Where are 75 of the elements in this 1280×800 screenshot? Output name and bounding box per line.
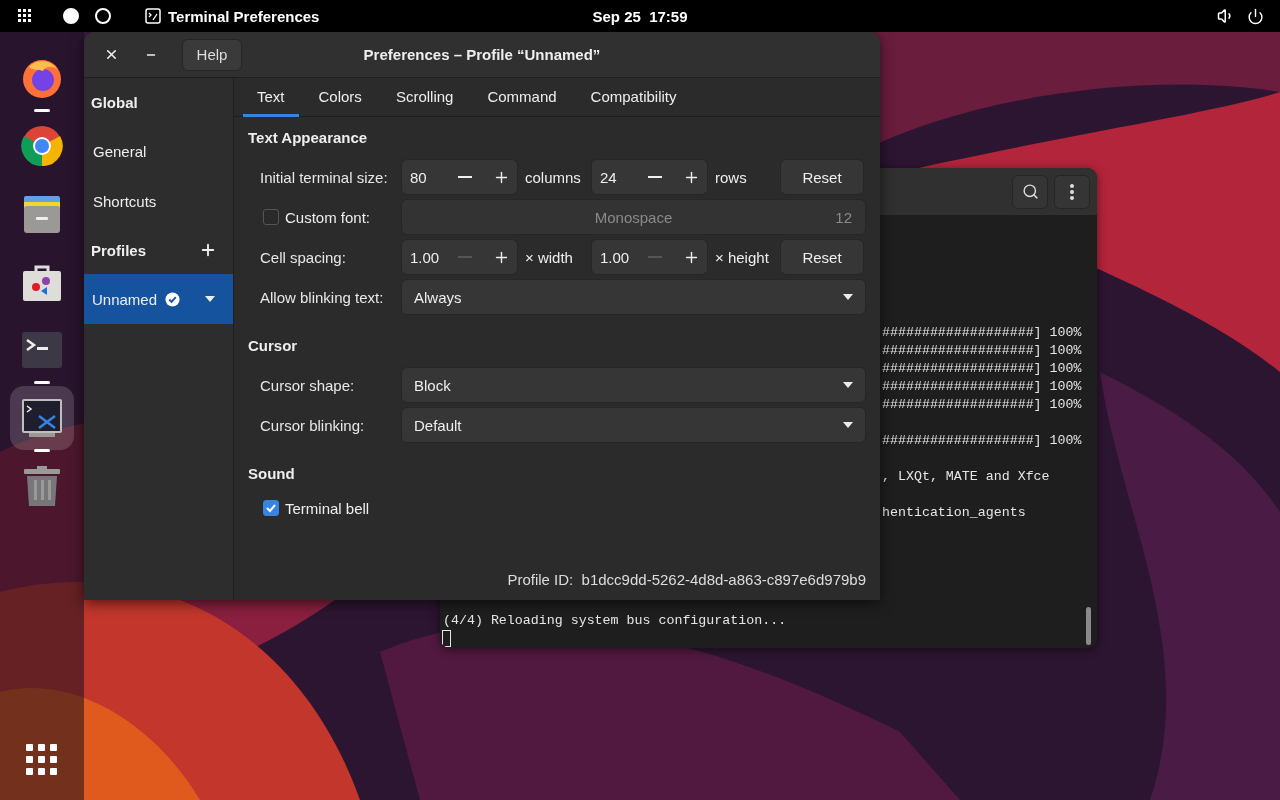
spin-field[interactable]: 80: [401, 159, 518, 195]
text-cursor: [442, 630, 451, 647]
terminal-icon[interactable]: [22, 332, 62, 368]
checkbox-label: Custom font:: [285, 208, 371, 226]
unit-label: rows: [715, 168, 748, 186]
browser-icon[interactable]: [21, 125, 63, 167]
spin-field[interactable]: 1.00: [401, 239, 518, 275]
unit-label: columns: [525, 168, 582, 186]
caret-icon: [843, 422, 853, 428]
activities-icon[interactable]: [18, 9, 32, 23]
profile-id: Profile ID: b1dcc9dd-5262-4d8d-a863-c897e6d979b9: [507, 571, 866, 588]
spin-field[interactable]: 1.00: [591, 239, 708, 275]
spin-field[interactable]: 24: [591, 159, 708, 195]
menu-icon: [1070, 183, 1074, 200]
profile-name: Unnamed: [92, 290, 158, 308]
minus-icon: [648, 176, 662, 178]
checkbox[interactable]: [263, 500, 279, 516]
browser-icon[interactable]: [21, 57, 63, 99]
dock-item[interactable]: [10, 386, 74, 450]
app-grid-icon[interactable]: [26, 744, 58, 776]
app-menu[interactable]: Terminal Preferences: [145, 7, 320, 25]
tab[interactable]: Text: [243, 78, 299, 117]
field-label: Initial terminal size:: [259, 168, 389, 186]
terminal-line: ###################] 100%: [882, 342, 1082, 360]
dropdown[interactable]: Default: [401, 407, 866, 443]
add-icon[interactable]: [199, 241, 217, 259]
terminal-line: (4/4) Reloading system bus configuration...: [443, 612, 787, 630]
workspace-dot[interactable]: [95, 8, 111, 24]
terminal-settings-icon: [145, 8, 161, 24]
field-label: Cell spacing:: [259, 248, 347, 266]
terminal-line: ###################] 100%: [882, 360, 1082, 378]
sidebar-heading: Global: [91, 93, 138, 111]
reset-button[interactable]: Reset: [780, 159, 864, 195]
window-title: Preferences – Profile “Unnamed”: [362, 46, 602, 63]
search-button[interactable]: [1012, 174, 1048, 209]
terminal-line: ###################] 100%: [882, 324, 1082, 342]
caret-icon: [205, 296, 215, 302]
tab[interactable]: Compatibility: [576, 78, 691, 117]
scrollbar[interactable]: [1086, 607, 1091, 645]
terminal-line: hentication_agents: [882, 504, 1026, 522]
sidebar-heading: Profiles: [91, 241, 147, 259]
reset-button[interactable]: Reset: [780, 239, 864, 275]
trash-icon[interactable]: [24, 465, 60, 507]
field-label: Allow blinking text:: [259, 288, 385, 306]
search-icon: [1021, 183, 1039, 200]
clock[interactable]: Sep 25 17:59: [560, 7, 720, 25]
unit-label: × width: [525, 248, 574, 266]
section-heading: Text Appearance: [248, 129, 369, 148]
sidebar-item[interactable]: General: [84, 126, 233, 176]
dropdown[interactable]: Always: [401, 279, 866, 315]
field-label: Cursor blinking:: [259, 416, 366, 434]
field-label: Cursor shape:: [259, 376, 356, 394]
sidebar-item[interactable]: Shortcuts: [84, 176, 233, 226]
minus-icon: [458, 176, 472, 178]
terminal-line: ###################] 100%: [882, 378, 1082, 396]
tab[interactable]: Colors: [304, 78, 376, 117]
tab[interactable]: Command: [473, 78, 571, 117]
section-heading: Cursor: [248, 337, 299, 356]
terminal-line: ###################] 100%: [882, 396, 1082, 414]
dropdown[interactable]: Block: [401, 367, 866, 403]
menu-button[interactable]: [1054, 174, 1090, 209]
workspace-dot[interactable]: [63, 8, 79, 24]
unit-label: × height: [715, 248, 770, 266]
terminal-line: ###################] 100%: [882, 432, 1082, 450]
terminal-line: , LXQt, MATE and Xfce: [882, 468, 1050, 486]
caret-icon: [843, 294, 853, 300]
power-icon[interactable]: [1247, 7, 1264, 25]
help-button[interactable]: Help: [182, 38, 242, 71]
profile-item[interactable]: Unnamed: [84, 274, 233, 324]
section-heading: Sound: [248, 465, 296, 484]
caret-icon: [843, 382, 853, 388]
tab[interactable]: Scrolling: [381, 78, 468, 117]
file-cabinet-icon[interactable]: [21, 193, 63, 235]
terminal-settings-icon[interactable]: [21, 398, 63, 438]
checkbox-label: Terminal bell: [285, 499, 370, 517]
